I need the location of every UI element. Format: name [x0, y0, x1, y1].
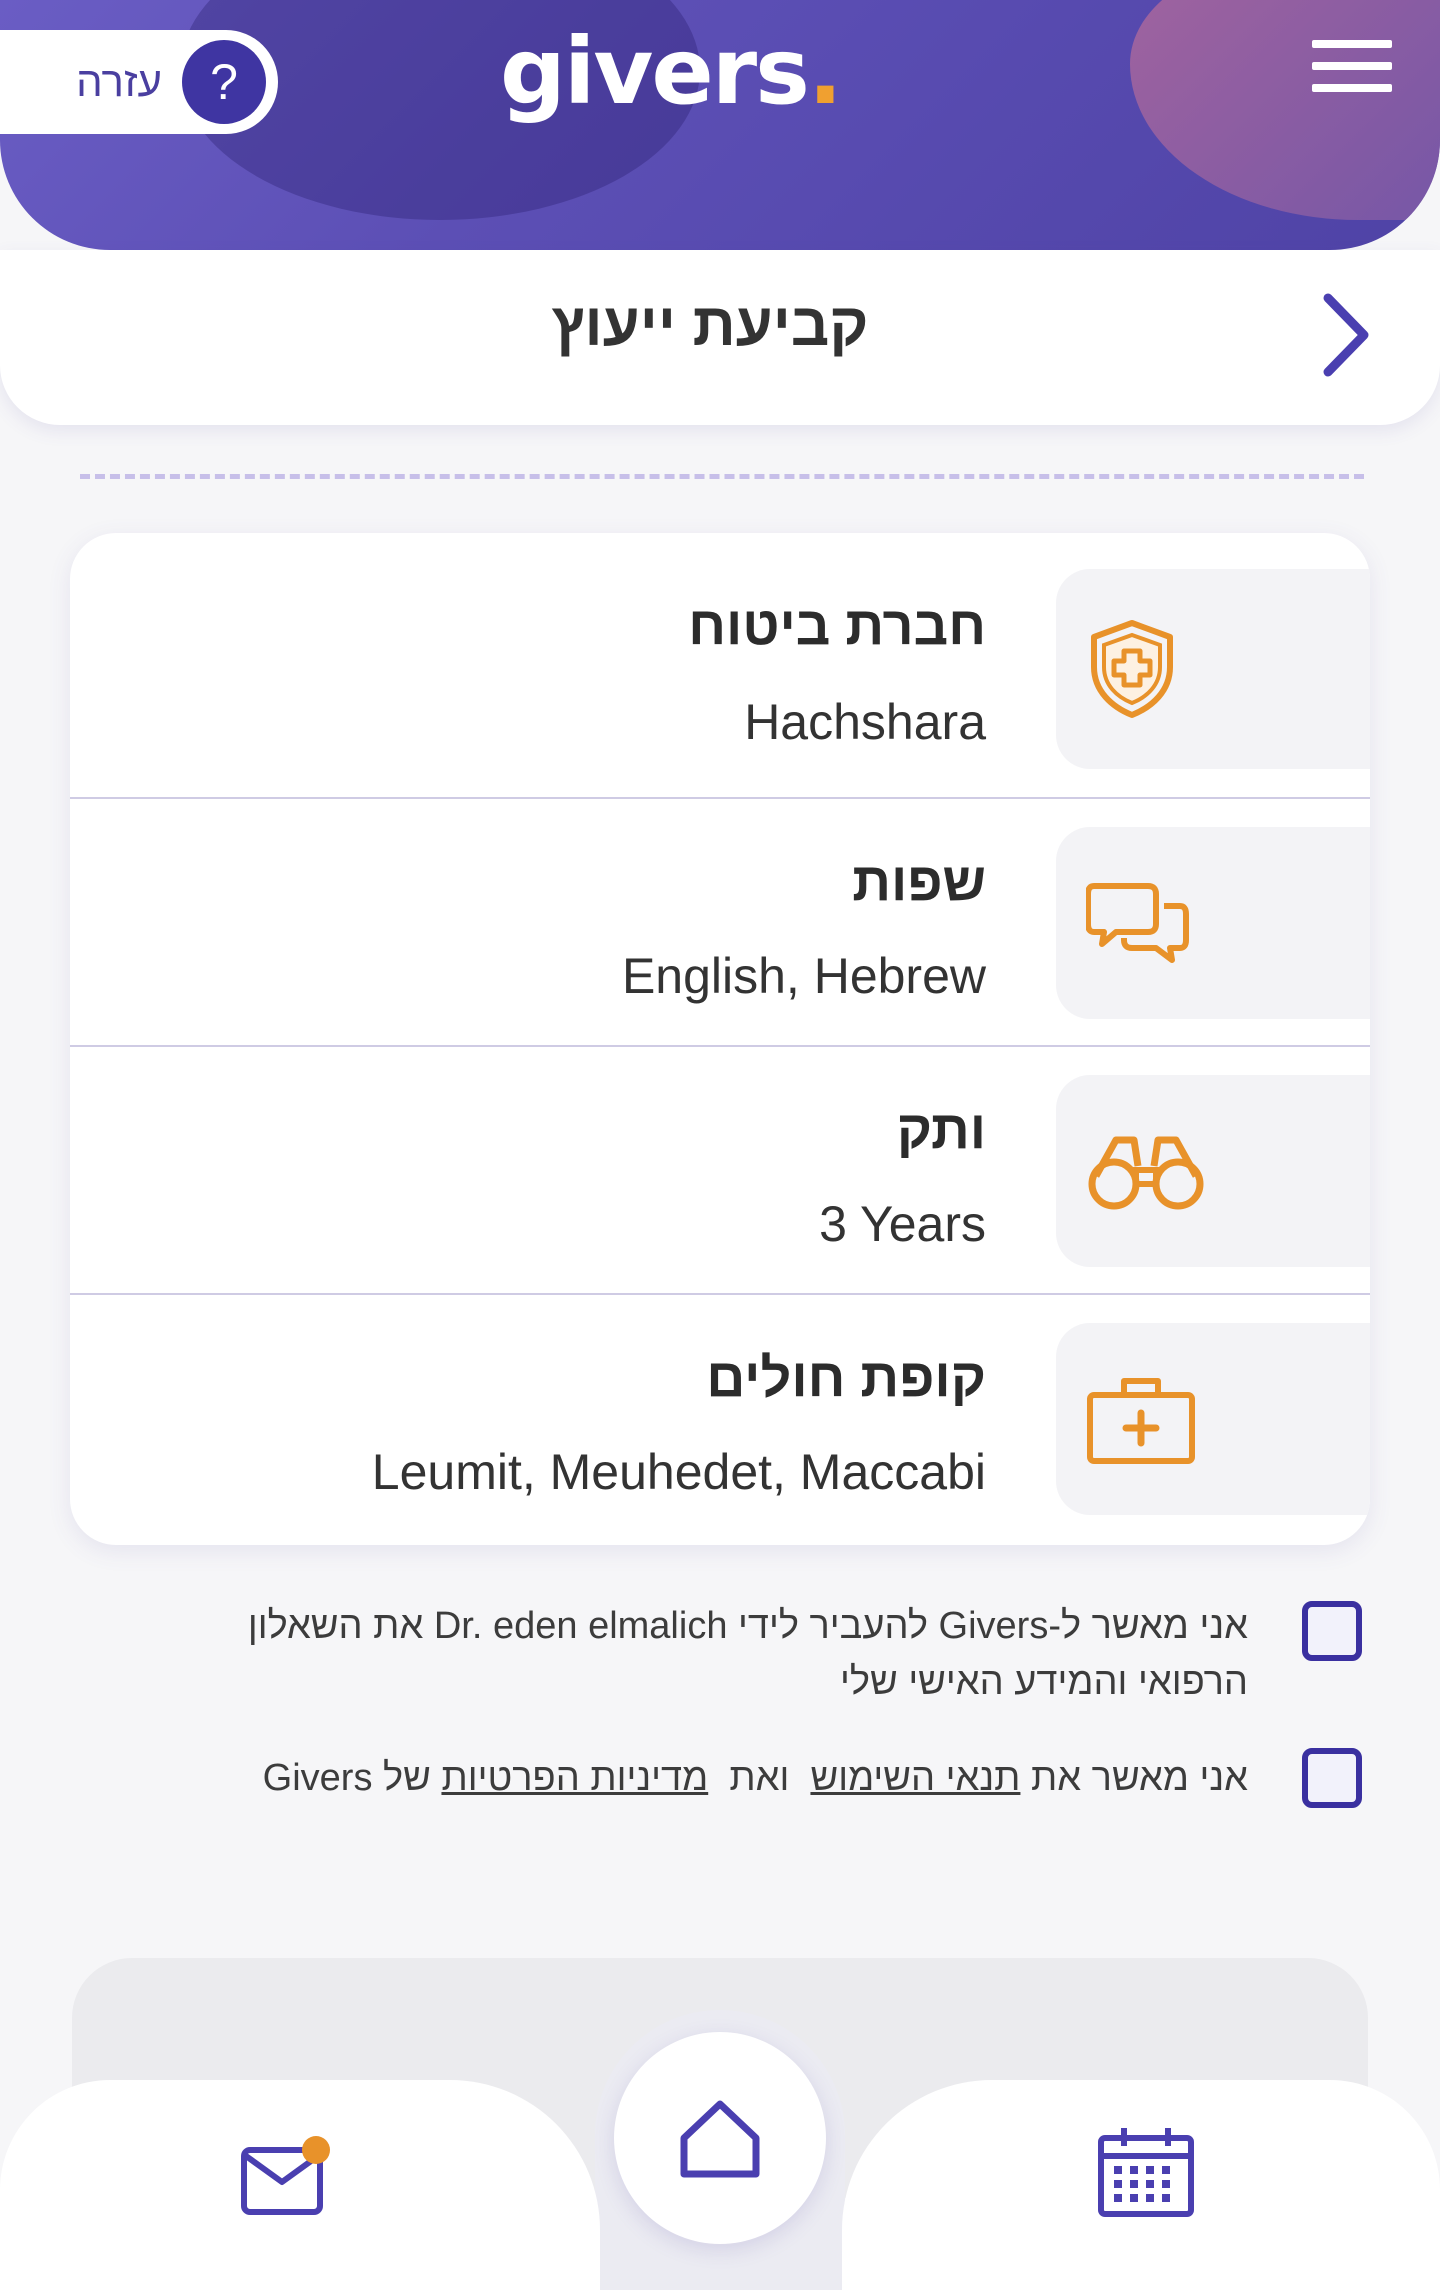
doctor-details-card: חברת ביטוח Hachshara שפות English, Hebre…: [70, 533, 1370, 1545]
consent-medical-checkbox[interactable]: [1302, 1601, 1362, 1661]
detail-row-languages: שפות English, Hebrew: [70, 799, 1370, 1047]
privacy-policy-link[interactable]: מדיניות הפרטיות: [441, 1757, 708, 1799]
detail-label: חברת ביטוח: [688, 596, 986, 656]
chevron-right-icon[interactable]: [1316, 290, 1376, 380]
hamburger-icon[interactable]: [1312, 40, 1392, 92]
consent-terms-text: אני מאשר את תנאי השימוש ואת מדיניות הפרט…: [128, 1750, 1248, 1806]
detail-value: English, Hebrew: [621, 948, 986, 1004]
consent-terms-suffix: של Givers: [262, 1757, 431, 1799]
help-button[interactable]: עזרה ?: [0, 30, 278, 134]
consent-terms-prefix: אני מאשר את: [1031, 1757, 1248, 1799]
medical-kit-icon: [1087, 1378, 1195, 1464]
consent-medical-text: אני מאשר ל-Givers להעביר לידי Dr. eden e…: [128, 1598, 1248, 1710]
icon-tile: [1056, 827, 1370, 1019]
chat-bubbles-icon: [1086, 883, 1189, 963]
givers-logo: givers.: [500, 18, 843, 125]
binoculars-icon: [1088, 1136, 1204, 1210]
section-divider: [80, 474, 1364, 479]
detail-value: Leumit, Meuhedet, Maccabi: [371, 1444, 986, 1500]
detail-value: Hachshara: [744, 694, 986, 750]
header-decoration: [1130, 0, 1440, 220]
consent-terms-middle: ואת: [729, 1757, 790, 1799]
detail-label: שפות: [852, 852, 986, 912]
home-icon: [680, 2100, 760, 2178]
detail-label: קופת חולים: [706, 1348, 986, 1408]
consent-terms: אני מאשר את תנאי השימוש ואת מדיניות הפרט…: [0, 1748, 1440, 1818]
shield-plus-icon: [1091, 620, 1173, 718]
detail-value: 3 Years: [819, 1196, 986, 1252]
detail-label: ותק: [896, 1100, 986, 1160]
question-mark-icon: ?: [182, 40, 266, 124]
detail-row-health-fund: קופת חולים Leumit, Meuhedet, Maccabi: [70, 1295, 1370, 1545]
consent-medical-line2: הרפואי והמידע האישי שלי: [840, 1661, 1248, 1703]
page-title: קביעת ייעוץ: [551, 291, 869, 358]
title-bar: קביעת ייעוץ: [0, 250, 1440, 425]
detail-row-seniority: ותק 3 Years: [70, 1047, 1370, 1295]
terms-of-use-link[interactable]: תנאי השימוש: [810, 1757, 1020, 1799]
help-label: עזרה: [76, 58, 162, 105]
mail-notification-icon[interactable]: [240, 2134, 332, 2218]
icon-tile: [1056, 1075, 1370, 1267]
consent-terms-checkbox[interactable]: [1302, 1748, 1362, 1808]
detail-row-insurance: חברת ביטוח Hachshara: [70, 533, 1370, 799]
consent-medical-line1: אני מאשר ל-Givers להעביר לידי Dr. eden e…: [247, 1605, 1248, 1647]
consent-medical-share: אני מאשר ל-Givers להעביר לידי Dr. eden e…: [0, 1598, 1440, 1718]
home-button[interactable]: [614, 2032, 826, 2244]
icon-tile: [1056, 569, 1370, 769]
calendar-icon[interactable]: [1096, 2126, 1196, 2218]
icon-tile: [1056, 1323, 1370, 1515]
